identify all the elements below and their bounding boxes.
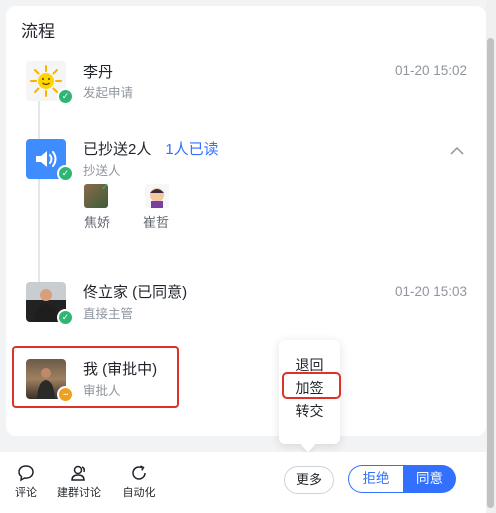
- scrollbar-thumb[interactable]: [487, 38, 494, 508]
- approved-check-icon: ✓: [57, 88, 74, 105]
- comment-label: 评论: [15, 487, 37, 499]
- step-name: 李丹: [83, 64, 114, 81]
- group-icon: [71, 465, 85, 481]
- read-status-link[interactable]: 1人已读: [165, 141, 218, 158]
- cc-title: 已抄送2人 1人已读: [83, 138, 219, 159]
- step-role: 抄送人: [83, 164, 121, 178]
- automation-label: 自动化: [122, 487, 156, 499]
- more-button[interactable]: 更多: [284, 466, 334, 494]
- step-time: 01-20 15:02: [395, 63, 468, 78]
- cc-name: 焦娇: [84, 215, 111, 230]
- refresh-icon: [132, 465, 146, 480]
- step-time: 01-20 15:03: [395, 284, 468, 299]
- current-step-highlight: [12, 346, 179, 408]
- cc-avatar: [145, 184, 169, 208]
- section-title: 流程: [21, 22, 55, 41]
- step-role: 发起申请: [83, 86, 134, 100]
- timeline-connector: [38, 100, 40, 290]
- cc-count: 已抄送2人: [83, 141, 152, 158]
- speaker-icon: [36, 151, 57, 167]
- comment-icon: [18, 465, 34, 482]
- agree-button[interactable]: 同意: [403, 465, 456, 493]
- cc-name: 崔哲: [143, 215, 170, 230]
- collapse-chevron-icon[interactable]: [450, 143, 464, 161]
- cartoon-avatar-icon: [150, 188, 164, 208]
- approved-check-icon: ✓: [57, 309, 74, 326]
- step-role: 直接主管: [83, 307, 134, 321]
- create-group-button[interactable]: 建群讨论: [54, 464, 104, 500]
- reject-button[interactable]: 拒绝: [348, 465, 403, 493]
- group-label: 建群讨论: [57, 487, 101, 499]
- comment-button[interactable]: 评论: [12, 464, 40, 500]
- menu-item-transfer[interactable]: 转交: [279, 401, 340, 421]
- cc-read-check-icon: ✓: [101, 182, 110, 193]
- add-signer-highlight: [282, 372, 341, 399]
- cc-check-icon: ✓: [57, 165, 74, 182]
- automation-button[interactable]: 自动化: [120, 464, 158, 500]
- step-name: 佟立家 (已同意): [83, 284, 188, 301]
